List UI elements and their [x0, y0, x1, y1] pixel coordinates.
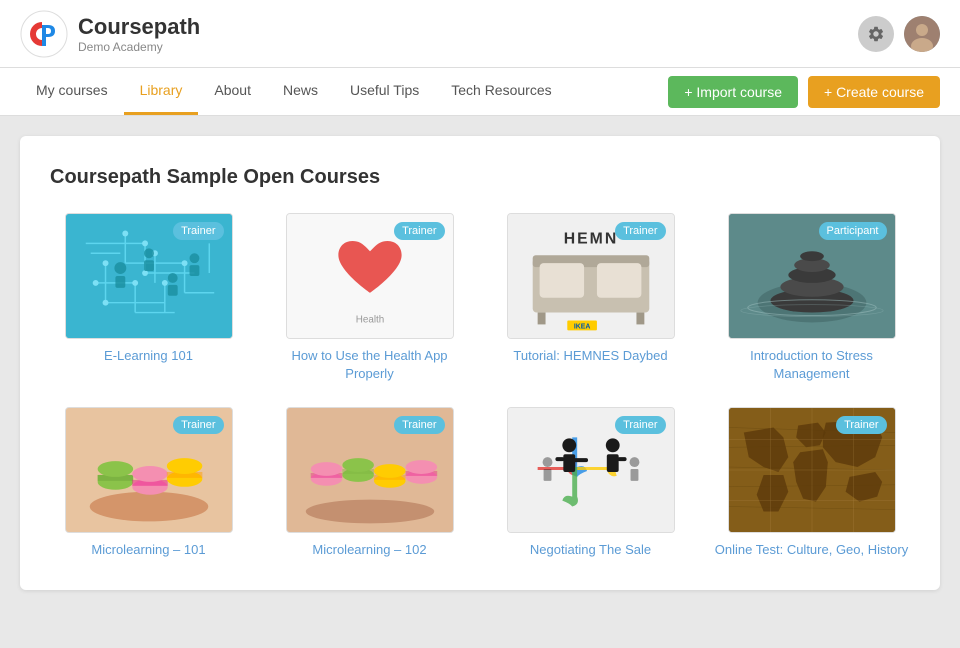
course-thumb-negotiating: Trainer: [507, 407, 675, 533]
logo-name: Coursepath: [78, 14, 200, 40]
role-badge-elearning: Trainer: [173, 222, 223, 240]
role-badge-hemnes: Trainer: [615, 222, 665, 240]
settings-button[interactable]: [858, 16, 894, 52]
nav-news[interactable]: News: [267, 68, 334, 115]
course-thumb-health: Health Trainer: [286, 213, 454, 339]
course-card-elearning[interactable]: Trainer E-Learning 101: [50, 213, 247, 383]
course-title-elearning: E-Learning 101: [104, 347, 193, 365]
panel-title: Coursepath Sample Open Courses: [50, 166, 910, 189]
svg-text:Health: Health: [355, 314, 384, 325]
nav-actions: + Import course + Create course: [668, 76, 940, 108]
course-thumb-micro102: Trainer: [286, 407, 454, 533]
course-title-micro102: Microlearning – 102: [312, 541, 426, 559]
course-card-hemnes[interactable]: HEMN IKEA Trainer: [492, 213, 689, 383]
course-title-health: How to Use the Health App Properly: [271, 347, 468, 383]
course-thumb-stress: Participant: [728, 213, 896, 339]
svg-text:HEMN: HEMN: [563, 230, 617, 247]
import-course-button[interactable]: + Import course: [668, 76, 798, 108]
role-badge-stress: Participant: [819, 222, 887, 240]
logo-sub: Demo Academy: [78, 40, 200, 54]
role-badge-negotiating: Trainer: [615, 416, 665, 434]
logo-area: Coursepath Demo Academy: [20, 10, 200, 58]
course-title-culture: Online Test: Culture, Geo, History: [715, 541, 908, 559]
role-badge-culture: Trainer: [836, 416, 886, 434]
course-title-micro101: Microlearning – 101: [91, 541, 205, 559]
course-thumb-elearning: Trainer: [65, 213, 233, 339]
top-bar: Coursepath Demo Academy: [0, 0, 960, 68]
course-card-micro101[interactable]: Trainer Microlearning – 101: [50, 407, 247, 559]
role-badge-micro101: Trainer: [173, 416, 223, 434]
role-badge-health: Trainer: [394, 222, 444, 240]
avatar-icon: [904, 16, 940, 52]
course-title-hemnes: Tutorial: HEMNES Daybed: [513, 347, 667, 365]
course-thumb-micro101: Trainer: [65, 407, 233, 533]
courses-panel: Coursepath Sample Open Courses: [20, 136, 940, 590]
svg-text:IKEA: IKEA: [573, 323, 590, 330]
nav-library[interactable]: Library: [124, 68, 199, 115]
course-card-negotiating[interactable]: Trainer Negotiating The Sale: [492, 407, 689, 559]
course-thumb-culture: Trainer: [728, 407, 896, 533]
coursepath-logo: [20, 10, 68, 58]
nav-about[interactable]: About: [198, 68, 267, 115]
course-card-health[interactable]: Health Trainer How to Use the Health App…: [271, 213, 468, 383]
logo-text-block: Coursepath Demo Academy: [78, 14, 200, 54]
main-content: Coursepath Sample Open Courses: [0, 116, 960, 610]
nav-useful-tips[interactable]: Useful Tips: [334, 68, 435, 115]
course-thumb-hemnes: HEMN IKEA Trainer: [507, 213, 675, 339]
user-avatar[interactable]: [904, 16, 940, 52]
gear-icon: [867, 25, 885, 43]
nav-my-courses[interactable]: My courses: [20, 68, 124, 115]
course-card-culture[interactable]: Trainer Online Test: Culture, Geo, Histo…: [713, 407, 910, 559]
nav-bar: My courses Library About News Useful Tip…: [0, 68, 960, 116]
course-title-negotiating: Negotiating The Sale: [530, 541, 651, 559]
create-course-button[interactable]: + Create course: [808, 76, 940, 108]
course-card-micro102[interactable]: Trainer Microlearning – 102: [271, 407, 468, 559]
top-icons: [858, 16, 940, 52]
course-grid: Trainer E-Learning 101 Health Trainer Ho…: [50, 213, 910, 560]
nav-tech-resources[interactable]: Tech Resources: [435, 68, 567, 115]
role-badge-micro102: Trainer: [394, 416, 444, 434]
nav-links: My courses Library About News Useful Tip…: [20, 68, 568, 115]
course-title-stress: Introduction to Stress Management: [713, 347, 910, 383]
course-card-stress[interactable]: Participant Introduction to Stress Manag…: [713, 213, 910, 383]
